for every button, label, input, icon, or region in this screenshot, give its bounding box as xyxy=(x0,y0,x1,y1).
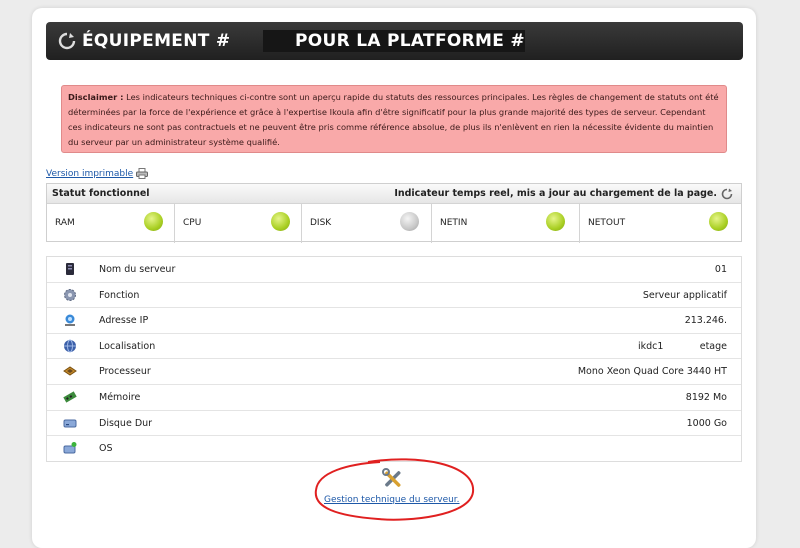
status-title: Statut fonctionnel xyxy=(52,188,150,199)
table-row: Fonction Serveur applicatif xyxy=(47,283,741,309)
row-key: Processeur xyxy=(99,366,151,378)
indicator-label: DISK xyxy=(310,218,332,228)
os-icon xyxy=(63,442,77,454)
status-indicators: RAM CPU DISK NETIN NETOUT xyxy=(47,204,741,243)
row-value: 1000 Go xyxy=(686,417,727,429)
row-key: OS xyxy=(99,443,113,455)
network-icon xyxy=(65,314,75,327)
memory-icon xyxy=(63,391,77,403)
status-header: Statut fonctionnel Indicateur temps reel… xyxy=(47,184,741,204)
status-dot-ok xyxy=(546,212,565,231)
table-row: Mémoire 8192 Mo xyxy=(47,385,741,411)
page-title-part1: ÉQUIPEMENT # xyxy=(82,31,231,51)
status-dot-unknown xyxy=(400,212,419,231)
printer-icon xyxy=(136,168,149,179)
table-row: Localisation ikdc1 etage xyxy=(47,334,741,360)
row-key: Localisation xyxy=(99,340,156,352)
indicator-cpu: CPU xyxy=(175,204,302,243)
indicator-disk: DISK xyxy=(302,204,432,243)
server-info-table: Nom du serveur 01 Fonction Serveur appli… xyxy=(46,256,742,462)
table-row: Processeur Mono Xeon Quad Core 3440 HT xyxy=(47,359,741,385)
row-key: Disque Dur xyxy=(99,417,153,429)
printable-version-link[interactable]: Version imprimable xyxy=(46,168,149,179)
page-title-bar: ÉQUIPEMENT # POUR LA PLATFORME # xyxy=(46,22,743,60)
table-row: Disque Dur 1000 Go xyxy=(47,411,741,437)
status-panel: Statut fonctionnel Indicateur temps reel… xyxy=(46,183,742,243)
indicator-netout: NETOUT xyxy=(580,204,741,243)
row-value: 01 xyxy=(714,264,727,275)
row-value: Mono Xeon Quad Core 3440 HT xyxy=(577,366,727,378)
table-row: Adresse IP 213.246. xyxy=(47,308,741,334)
server-icon xyxy=(66,263,74,275)
status-dot-ok xyxy=(144,212,163,231)
highlight-circle xyxy=(314,458,475,521)
indicator-label: NETOUT xyxy=(588,218,626,228)
gear-icon xyxy=(64,288,76,301)
indicator-label: CPU xyxy=(183,218,202,228)
disclaimer-box: Disclaimer : Les indicateurs techniques … xyxy=(61,85,727,153)
disclaimer-label: Disclaimer : xyxy=(68,92,124,102)
indicator-label: RAM xyxy=(55,218,75,228)
row-value: 8192 Mo xyxy=(685,391,727,403)
row-value: 213.246. xyxy=(684,315,727,327)
status-dot-ok xyxy=(271,212,290,231)
row-key: Adresse IP xyxy=(99,315,149,327)
globe-icon xyxy=(64,339,76,353)
printable-version-label: Version imprimable xyxy=(46,168,134,179)
table-row: Nom du serveur 01 xyxy=(47,257,741,283)
reload-icon[interactable] xyxy=(721,188,733,200)
page-title-part2: POUR LA PLATFORME # xyxy=(295,31,525,51)
row-key: Fonction xyxy=(99,289,140,301)
status-dot-ok xyxy=(709,212,728,231)
refresh-icon xyxy=(58,32,76,50)
row-value: ikdc1 xyxy=(638,340,664,352)
row-key: Nom du serveur xyxy=(99,264,176,275)
indicator-netin: NETIN xyxy=(432,204,580,243)
disk-icon xyxy=(63,419,77,428)
row-value-extra: etage xyxy=(699,340,727,352)
realtime-note: Indicateur temps reel, mis a jour au cha… xyxy=(394,188,717,199)
indicator-label: NETIN xyxy=(440,218,468,228)
row-value: Serveur applicatif xyxy=(642,289,727,301)
cpu-icon xyxy=(63,366,77,376)
disclaimer-text: Les indicateurs techniques ci-contre son… xyxy=(68,92,719,147)
row-key: Mémoire xyxy=(99,391,141,403)
indicator-ram: RAM xyxy=(47,204,175,243)
